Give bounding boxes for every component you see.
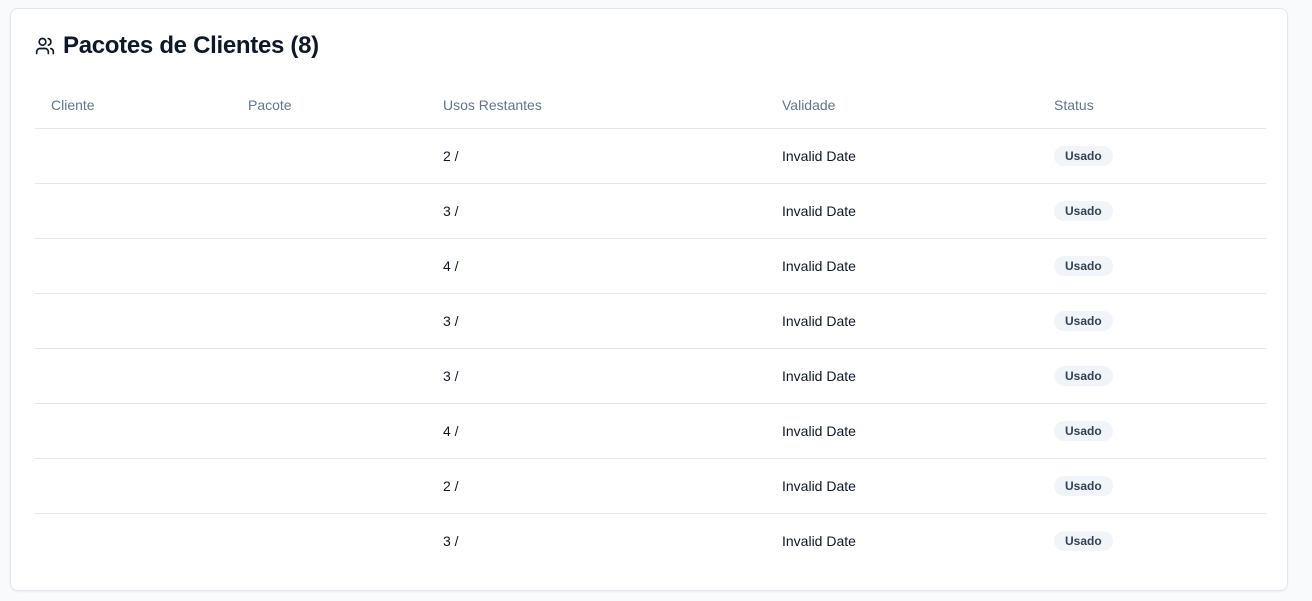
table-row[interactable]: 2 / Invalid Date Usado bbox=[35, 129, 1266, 184]
cell-validade: Invalid Date bbox=[782, 313, 856, 329]
cell-status: Usado bbox=[1054, 146, 1113, 166]
cell-validade: Invalid Date bbox=[782, 203, 856, 219]
column-header-status[interactable]: Status bbox=[1054, 97, 1094, 113]
cell-validade: Invalid Date bbox=[782, 478, 856, 494]
cell-status: Usado bbox=[1054, 366, 1113, 386]
cell-status: Usado bbox=[1054, 256, 1113, 276]
column-header-pacote[interactable]: Pacote bbox=[248, 97, 292, 113]
cell-usos-restantes: 2 / bbox=[443, 478, 459, 494]
status-badge: Usado bbox=[1054, 366, 1113, 386]
cell-status: Usado bbox=[1054, 311, 1113, 331]
card-header: Pacotes de Clientes (8) bbox=[35, 31, 319, 61]
status-badge: Usado bbox=[1054, 476, 1113, 496]
column-header-cliente[interactable]: Cliente bbox=[51, 97, 95, 113]
table-row[interactable]: 3 / Invalid Date Usado bbox=[35, 294, 1266, 349]
cell-validade: Invalid Date bbox=[782, 148, 856, 164]
cell-status: Usado bbox=[1054, 476, 1113, 496]
table-body: 2 / Invalid Date Usado 3 / Invalid Date Usado… bbox=[35, 129, 1266, 568]
cell-status: Usado bbox=[1054, 201, 1113, 221]
cell-usos-restantes: 4 / bbox=[443, 423, 459, 439]
status-badge: Usado bbox=[1054, 146, 1113, 166]
cell-validade: Invalid Date bbox=[782, 258, 856, 274]
status-badge: Usado bbox=[1054, 421, 1113, 441]
cell-status: Usado bbox=[1054, 531, 1113, 551]
card-title: Pacotes de Clientes (8) bbox=[63, 32, 319, 59]
client-packages-card: Pacotes de Clientes (8) Cliente Pacote U… bbox=[10, 8, 1288, 591]
cell-usos-restantes: 3 / bbox=[443, 313, 459, 329]
cell-usos-restantes: 3 / bbox=[443, 368, 459, 384]
cell-validade: Invalid Date bbox=[782, 368, 856, 384]
table-row[interactable]: 4 / Invalid Date Usado bbox=[35, 404, 1266, 459]
users-icon bbox=[35, 36, 55, 56]
table-row[interactable]: 3 / Invalid Date Usado bbox=[35, 349, 1266, 404]
status-badge: Usado bbox=[1054, 201, 1113, 221]
cell-usos-restantes: 2 / bbox=[443, 148, 459, 164]
packages-table: Cliente Pacote Usos Restantes Validade S… bbox=[35, 82, 1266, 568]
cell-usos-restantes: 3 / bbox=[443, 203, 459, 219]
column-header-validade[interactable]: Validade bbox=[782, 97, 835, 113]
status-badge: Usado bbox=[1054, 256, 1113, 276]
cell-validade: Invalid Date bbox=[782, 423, 856, 439]
table-header: Cliente Pacote Usos Restantes Validade S… bbox=[35, 82, 1266, 129]
column-header-usos-restantes[interactable]: Usos Restantes bbox=[443, 97, 542, 113]
table-row[interactable]: 2 / Invalid Date Usado bbox=[35, 459, 1266, 514]
cell-usos-restantes: 3 / bbox=[443, 533, 459, 549]
cell-usos-restantes: 4 / bbox=[443, 258, 459, 274]
table-row[interactable]: 4 / Invalid Date Usado bbox=[35, 239, 1266, 294]
status-badge: Usado bbox=[1054, 531, 1113, 551]
table-row[interactable]: 3 / Invalid Date Usado bbox=[35, 514, 1266, 568]
table-row[interactable]: 3 / Invalid Date Usado bbox=[35, 184, 1266, 239]
cell-status: Usado bbox=[1054, 421, 1113, 441]
status-badge: Usado bbox=[1054, 311, 1113, 331]
cell-validade: Invalid Date bbox=[782, 533, 856, 549]
